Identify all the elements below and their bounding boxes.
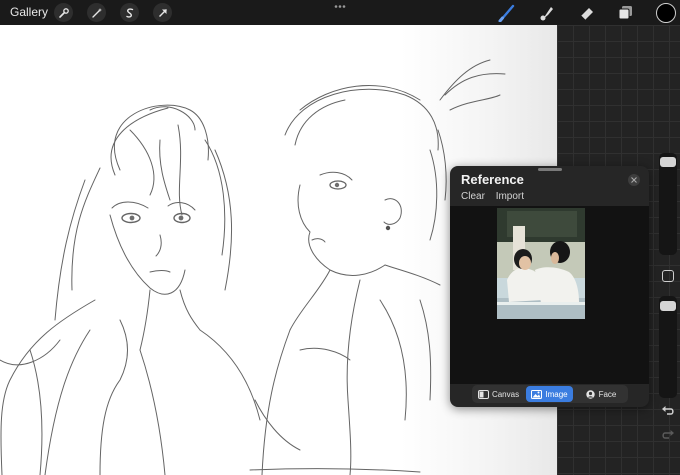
image-icon [531, 389, 543, 399]
layers-icon[interactable] [616, 3, 636, 23]
gallery-button[interactable]: Gallery [10, 5, 48, 19]
smudge-icon[interactable] [537, 3, 557, 23]
eraser-icon[interactable] [577, 3, 597, 23]
square-icon[interactable] [662, 270, 674, 282]
canvas-icon [477, 389, 489, 399]
selection-icon[interactable] [120, 3, 139, 22]
opacity-slider[interactable] [659, 296, 677, 398]
reference-actions: Clear Import [461, 191, 532, 202]
clear-button[interactable]: Clear [461, 191, 485, 202]
brush-icon[interactable] [497, 3, 517, 23]
top-toolbar: Gallery [0, 0, 680, 25]
opacity-thumb[interactable] [660, 301, 676, 311]
panel-drag-handle[interactable] [538, 168, 562, 171]
magic-wand-icon[interactable] [87, 3, 106, 22]
reference-photo [497, 208, 585, 319]
brush-size-slider[interactable] [659, 153, 677, 255]
procreate-app: Gallery Reference Clear Import Canvas Im… [0, 0, 680, 475]
close-icon[interactable] [628, 174, 640, 186]
mode-image-button[interactable]: Image [526, 386, 573, 402]
reference-mode-switch: Canvas Image Face [472, 385, 628, 403]
reference-title: Reference [461, 172, 524, 187]
brush-size-thumb[interactable] [660, 157, 676, 167]
transform-arrow-icon[interactable] [153, 3, 172, 22]
undo-icon[interactable] [661, 405, 675, 417]
reference-panel[interactable]: Reference Clear Import Canvas Image Face [450, 166, 649, 407]
color-swatch[interactable] [656, 3, 676, 23]
reference-image-area [450, 206, 649, 384]
more-dots-icon[interactable] [334, 4, 346, 9]
mode-face-button[interactable]: Face [575, 386, 626, 402]
mode-canvas-button[interactable]: Canvas [473, 386, 524, 402]
wrench-icon[interactable] [54, 3, 73, 22]
face-icon [585, 389, 595, 399]
redo-icon[interactable] [661, 429, 675, 441]
import-button[interactable]: Import [496, 191, 524, 202]
